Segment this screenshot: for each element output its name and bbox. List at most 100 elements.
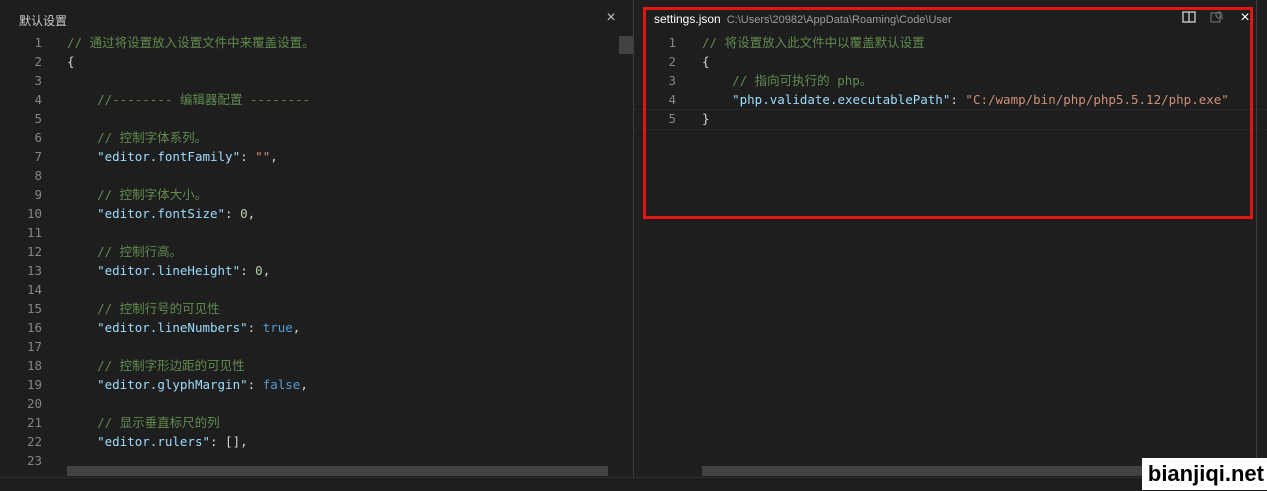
- code-token: "editor.fontSize": [97, 206, 226, 221]
- code-token: true: [262, 320, 293, 335]
- code-line[interactable]: 3: [0, 71, 633, 90]
- code-line[interactable]: 10 "editor.fontSize": 0,: [0, 204, 633, 223]
- default-settings-pane: 默认设置 × 1// 通过将设置放入设置文件中来覆盖设置。 2{3 4 //----…: [0, 0, 633, 490]
- line-number: 13: [26, 263, 42, 278]
- code-token: // 显示垂直标尺的列: [67, 415, 220, 430]
- code-text: "editor.lineHeight": 0,: [67, 261, 270, 280]
- code-token: // 控制字体大小。: [67, 187, 208, 202]
- line-number: 1: [34, 35, 42, 50]
- line-number: 12: [26, 244, 42, 259]
- default-settings-titlebar: 默认设置 ×: [0, 0, 633, 36]
- annotation-highlight-box: [643, 7, 1253, 219]
- code-text: // 控制字体系列。: [67, 128, 207, 147]
- code-token: ,: [262, 263, 271, 278]
- code-line[interactable]: 22 "editor.rulers": [],: [0, 432, 633, 451]
- code-token: ,: [300, 377, 308, 392]
- line-number: 15: [26, 301, 42, 316]
- code-line[interactable]: 14: [0, 280, 633, 299]
- code-text: // 控制字体大小。: [67, 185, 207, 204]
- line-number: 18: [26, 358, 42, 373]
- line-number: 6: [34, 130, 42, 145]
- code-token: "editor.lineNumbers": [97, 320, 248, 335]
- code-line[interactable]: 7 "editor.fontFamily": "",: [0, 147, 633, 166]
- code-token: :: [247, 377, 263, 392]
- line-number: 2: [34, 54, 42, 69]
- watermark: bianjiqi.net: [1141, 458, 1267, 490]
- code-text: {: [67, 52, 75, 71]
- line-number: 4: [34, 92, 42, 107]
- close-icon[interactable]: ×: [603, 10, 619, 26]
- line-number: 5: [34, 111, 42, 126]
- code-token: //-------- 编辑器配置 --------: [67, 92, 311, 107]
- line-number: 8: [34, 168, 42, 183]
- code-token: false: [262, 377, 301, 392]
- overview-ruler: [1256, 0, 1257, 476]
- code-token: // 控制字形边距的可见性: [67, 358, 245, 373]
- code-token: :: [247, 320, 263, 335]
- code-line[interactable]: 17: [0, 337, 633, 356]
- code-text: "editor.lineNumbers": true,: [67, 318, 300, 337]
- code-text: // 显示垂直标尺的列: [67, 413, 220, 432]
- line-number: 11: [26, 225, 42, 240]
- code-line[interactable]: 12 // 控制行高。: [0, 242, 633, 261]
- code-line[interactable]: 4 //-------- 编辑器配置 --------: [0, 90, 633, 109]
- default-settings-title: 默认设置: [19, 14, 68, 28]
- code-token: "editor.fontFamily": [97, 149, 241, 164]
- code-token: "editor.lineHeight": [97, 263, 241, 278]
- code-token: // 控制行高。: [67, 244, 183, 259]
- code-text: "editor.fontFamily": "",: [67, 147, 278, 166]
- code-token: // 控制字体系列。: [67, 130, 208, 145]
- code-token: "editor.rulers": [97, 434, 210, 449]
- code-text: "editor.glyphMargin": false,: [67, 375, 308, 394]
- line-number: 7: [34, 149, 42, 164]
- code-line[interactable]: 8: [0, 166, 633, 185]
- code-token: :: [240, 149, 256, 164]
- line-number: 14: [26, 282, 42, 297]
- code-line[interactable]: 21 // 显示垂直标尺的列: [0, 413, 633, 432]
- code-line[interactable]: 18 // 控制字形边距的可见性: [0, 356, 633, 375]
- code-token: :: [240, 263, 256, 278]
- vertical-scrollbar-thumb[interactable]: [619, 36, 633, 54]
- code-token: ,: [247, 206, 256, 221]
- code-text: // 控制行高。: [67, 242, 182, 261]
- code-text: //-------- 编辑器配置 --------: [67, 90, 310, 109]
- code-line[interactable]: 9 // 控制字体大小。: [0, 185, 633, 204]
- line-number: 21: [26, 415, 42, 430]
- code-token: "editor.glyphMargin": [97, 377, 248, 392]
- code-line[interactable]: 13 "editor.lineHeight": 0,: [0, 261, 633, 280]
- code-text: // 通过将设置放入设置文件中来覆盖设置。: [67, 33, 315, 52]
- line-number: 20: [26, 396, 42, 411]
- default-settings-editor[interactable]: 1// 通过将设置放入设置文件中来覆盖设置。 2{3 4 //-------- 编辑…: [0, 33, 633, 470]
- code-text: "editor.fontSize": 0,: [67, 204, 255, 223]
- code-token: :: [225, 206, 241, 221]
- code-token: // 控制行号的可见性: [67, 301, 220, 316]
- code-token: // 通过将设置放入设置文件中来覆盖设置。: [67, 35, 315, 50]
- code-line[interactable]: 1 // 通过将设置放入设置文件中来覆盖设置。: [0, 33, 633, 52]
- code-token: ,: [292, 320, 301, 335]
- code-token: 0: [240, 206, 248, 221]
- line-number: 17: [26, 339, 42, 354]
- code-line[interactable]: 16 "editor.lineNumbers": true,: [0, 318, 633, 337]
- line-number: 16: [26, 320, 42, 335]
- code-text: // 控制行号的可见性: [67, 299, 220, 318]
- code-line[interactable]: 6 // 控制字体系列。: [0, 128, 633, 147]
- horizontal-scrollbar-thumb[interactable]: [67, 466, 608, 476]
- code-text: // 控制字形边距的可见性: [67, 356, 245, 375]
- line-number: 10: [26, 206, 42, 221]
- code-line[interactable]: 15 // 控制行号的可见性: [0, 299, 633, 318]
- line-number: 23: [26, 453, 42, 468]
- code-line[interactable]: 2{: [0, 52, 633, 71]
- code-line[interactable]: 20: [0, 394, 633, 413]
- code-token: ,: [270, 149, 278, 164]
- code-line[interactable]: 19 "editor.glyphMargin": false,: [0, 375, 633, 394]
- code-text: "editor.rulers": [],: [67, 432, 248, 451]
- code-line[interactable]: 5: [0, 109, 633, 128]
- code-line[interactable]: 11: [0, 223, 633, 242]
- code-token: "": [255, 149, 271, 164]
